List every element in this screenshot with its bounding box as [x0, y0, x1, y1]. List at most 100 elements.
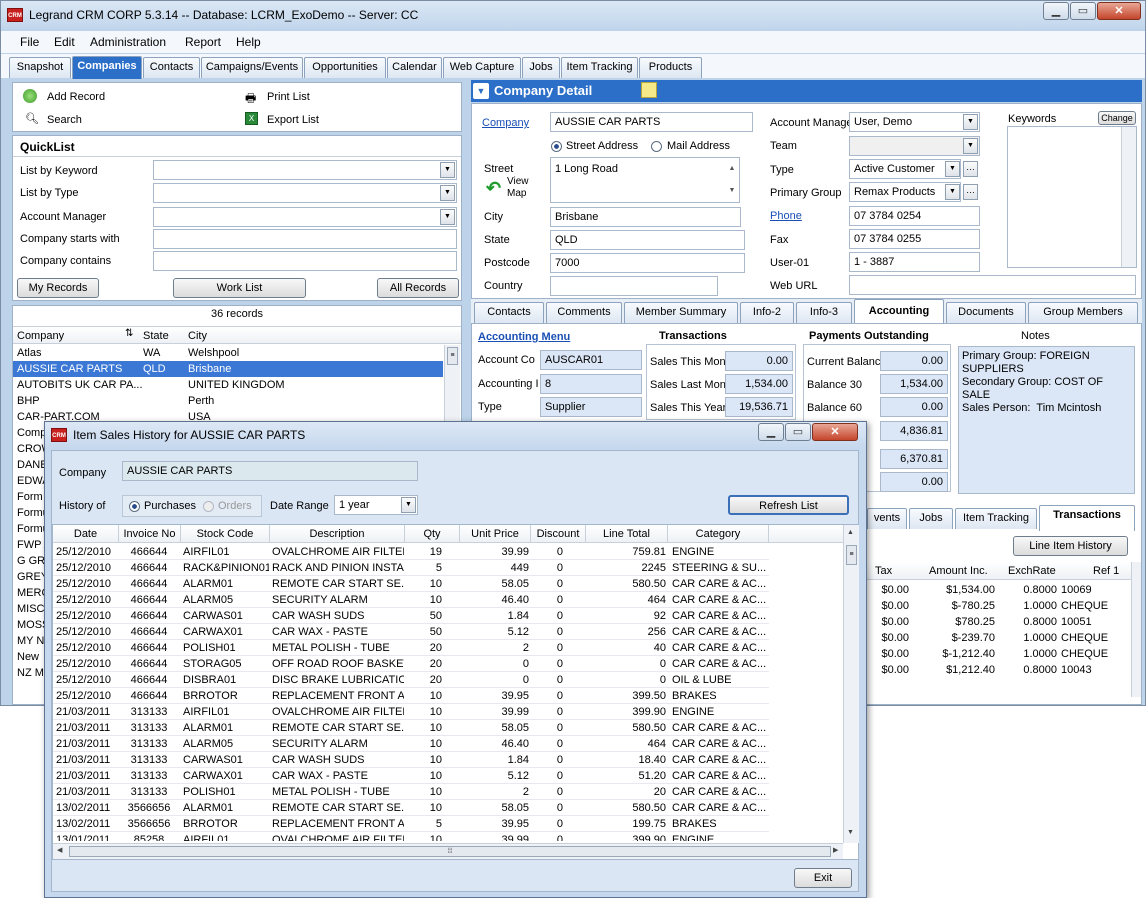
lower-tab-events[interactable]: vents — [867, 508, 907, 529]
menu-help[interactable]: Help — [236, 35, 261, 49]
table-row[interactable]: 21/03/2011 313133 ALARM01 REMOTE CAR START … — [53, 720, 769, 736]
fax-field[interactable]: 07 3784 0255 — [849, 229, 980, 249]
table-row[interactable]: 13/01/2011 85258 AIRFIL01 OVALCHROME AIR FI… — [53, 832, 769, 841]
change-keywords-button[interactable]: Change — [1098, 111, 1136, 125]
col-city[interactable]: City — [188, 330, 207, 342]
lower-tab-item-tracking[interactable]: Item Tracking — [955, 508, 1037, 529]
list-item-selected[interactable]: AUSSIE CAR PARTS QLD Brisbane — [13, 361, 443, 377]
account-manager-select[interactable] — [153, 207, 457, 227]
menu-administration[interactable]: Administration — [90, 35, 166, 49]
country-field[interactable] — [550, 276, 718, 296]
web-url-field[interactable] — [849, 275, 1136, 295]
lower-tab-jobs[interactable]: Jobs — [909, 508, 953, 529]
col-invoice[interactable]: Invoice No — [119, 525, 181, 543]
col-exchrate[interactable]: ExchRate — [1008, 565, 1056, 577]
tab-snapshot[interactable]: Snapshot — [9, 57, 71, 78]
mail-address-radio[interactable] — [651, 141, 662, 152]
col-discount[interactable]: Discount — [531, 525, 586, 543]
notes-box[interactable]: Primary Group: FOREIGN SUPPLIERS Seconda… — [958, 346, 1135, 494]
col-description[interactable]: Description — [270, 525, 405, 543]
table-row[interactable]: 21/03/2011 313133 ALARM05 SECURITY ALARM 10 4… — [53, 736, 769, 752]
exit-button[interactable]: Exit — [794, 868, 852, 888]
phone-link[interactable]: Phone — [770, 210, 802, 222]
col-qty[interactable]: Qty — [405, 525, 460, 543]
menu-edit[interactable]: Edit — [54, 35, 75, 49]
table-row[interactable]: 21/03/2011 313133 AIRFIL01 OVALCHROME AIR F… — [53, 704, 769, 720]
type-select[interactable] — [153, 183, 457, 203]
subtab-info2[interactable]: Info-2 — [740, 302, 794, 323]
list-item[interactable]: Atlas WA Welshpool — [13, 345, 443, 361]
company-link[interactable]: Company — [482, 117, 529, 129]
table-row[interactable]: 21/03/2011 313133 CARWAX01 CAR WAX - PASTE 1… — [53, 768, 769, 784]
col-amount-inc[interactable]: Amount Inc. — [929, 565, 988, 577]
table-row[interactable]: 25/12/2010 466644 RACK&PINION01 RACK AND PI… — [53, 560, 769, 576]
menu-report[interactable]: Report — [185, 35, 221, 49]
tab-products[interactable]: Products — [639, 57, 702, 78]
maximize-button[interactable]: ▭ — [1070, 2, 1096, 20]
refresh-list-button[interactable]: Refresh List — [728, 495, 849, 515]
lower-tab-transactions[interactable]: Transactions — [1039, 505, 1135, 531]
col-tax[interactable]: Tax — [875, 565, 892, 577]
tab-companies[interactable]: Companies — [72, 56, 142, 79]
line-item-history-button[interactable]: Line Item History — [1013, 536, 1128, 556]
phone-field[interactable]: 07 3784 0254 — [849, 206, 980, 226]
table-row[interactable]: 21/03/2011 313133 POLISH01 METAL POLISH - T… — [53, 784, 769, 800]
list-item[interactable]: BHP Perth — [13, 393, 443, 409]
tab-item-tracking[interactable]: Item Tracking — [561, 57, 638, 78]
table-row[interactable]: 13/02/2011 3566656 BRROTOR REPLACEMENT FRON… — [53, 816, 769, 832]
collapse-icon[interactable]: ▼ — [473, 83, 489, 99]
search-link[interactable]: Search — [47, 114, 82, 126]
dialog-minimize-button[interactable]: ▁ — [758, 423, 784, 441]
purchases-radio[interactable] — [129, 501, 140, 512]
subtab-documents[interactable]: Documents — [946, 302, 1026, 323]
primary-group-dropdown-icon[interactable]: ▼ — [945, 184, 960, 200]
keywords-box[interactable] — [1007, 126, 1137, 268]
table-row[interactable]: 25/12/2010 466644 STORAG05 OFF ROAD ROOF BA… — [53, 656, 769, 672]
type-dropdown-icon[interactable]: ▼ — [945, 161, 960, 177]
note-icon[interactable] — [641, 82, 657, 98]
subtab-info3[interactable]: Info-3 — [796, 302, 852, 323]
street-field[interactable]: 1 Long Road — [550, 157, 740, 203]
subtab-comments[interactable]: Comments — [546, 302, 622, 323]
orders-radio[interactable] — [203, 501, 214, 512]
print-list-link[interactable]: Print List — [267, 91, 310, 103]
subtab-group-members[interactable]: Group Members — [1028, 302, 1138, 323]
my-records-button[interactable]: My Records — [17, 278, 99, 298]
contains-input[interactable] — [153, 251, 457, 271]
grid-hscroll[interactable]: ◀ ⦙⦙⦙ ▶ — [53, 843, 843, 859]
tab-web-capture[interactable]: Web Capture — [443, 57, 521, 78]
starts-with-input[interactable] — [153, 229, 457, 249]
accounting-menu-link[interactable]: Accounting Menu — [478, 331, 570, 343]
tab-contacts[interactable]: Contacts — [143, 57, 200, 78]
subtab-accounting[interactable]: Accounting — [854, 299, 944, 323]
company-name-field[interactable]: AUSSIE CAR PARTS — [550, 112, 753, 132]
minimize-button[interactable]: ▁ — [1043, 2, 1069, 20]
col-stock-code[interactable]: Stock Code — [181, 525, 270, 543]
tab-jobs[interactable]: Jobs — [522, 57, 560, 78]
col-line-total[interactable]: Line Total — [586, 525, 668, 543]
street-address-radio[interactable] — [551, 141, 562, 152]
account-manager-dropdown-icon[interactable]: ▼ — [963, 114, 978, 130]
subtab-member-summary[interactable]: Member Summary — [624, 302, 738, 323]
txn-row[interactable]: $0.00 $-780.25 1.0000 CHEQUE — [867, 598, 1131, 614]
subtab-contacts[interactable]: Contacts — [474, 302, 544, 323]
col-unit-price[interactable]: Unit Price — [460, 525, 531, 543]
user01-field[interactable]: 1 - 3887 — [849, 252, 980, 272]
table-row[interactable]: 25/12/2010 466644 DISBRA01 DISC BRAKE LUBRI… — [53, 672, 769, 688]
menu-file[interactable]: File — [20, 35, 39, 49]
list-scrollbar[interactable]: ≡ — [444, 345, 460, 425]
table-row[interactable]: 25/12/2010 466644 CARWAX01 CAR WAX - PASTE 5… — [53, 624, 769, 640]
close-button[interactable]: ✕ — [1097, 2, 1141, 20]
keyword-dropdown-icon[interactable]: ▼ — [440, 162, 455, 178]
grid-vscroll[interactable]: ▲ ≡ ▼ — [843, 525, 859, 843]
col-date[interactable]: Date — [53, 525, 119, 543]
table-row[interactable]: 25/12/2010 466644 POLISH01 METAL POLISH - T… — [53, 640, 769, 656]
txn-row[interactable]: $0.00 $-239.70 1.0000 CHEQUE — [867, 630, 1131, 646]
col-company[interactable]: Company — [17, 330, 64, 342]
txn-row[interactable]: $0.00 $1,534.00 0.8000 10069 — [867, 582, 1131, 598]
txn-row[interactable]: $0.00 $-1,212.40 1.0000 CHEQUE — [867, 646, 1131, 662]
export-list-link[interactable]: Export List — [267, 114, 319, 126]
tab-campaigns[interactable]: Campaigns/Events — [201, 57, 303, 78]
team-dropdown-icon[interactable]: ▼ — [963, 138, 978, 154]
primary-group-more-button[interactable]: … — [963, 184, 978, 200]
